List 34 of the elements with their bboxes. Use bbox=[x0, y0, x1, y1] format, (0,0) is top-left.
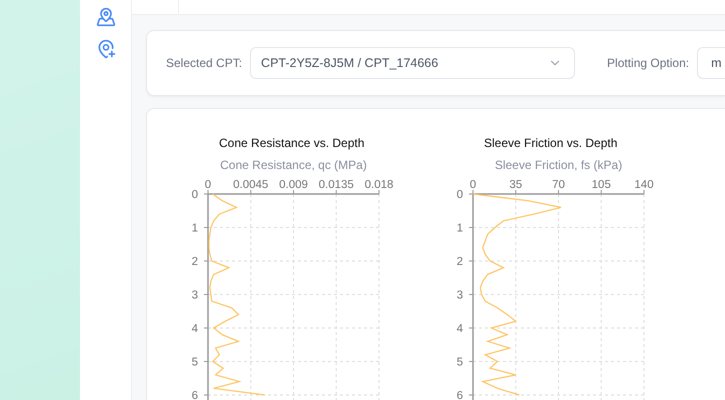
tick-label: 0.0045 bbox=[233, 179, 268, 191]
tick-label: 0.009 bbox=[279, 179, 308, 191]
tick-label: 70 bbox=[552, 179, 565, 191]
tick-label: 0.0135 bbox=[318, 179, 354, 191]
tick-label: 140 bbox=[634, 179, 654, 191]
chart-title: Cone Resistance vs. Depth bbox=[219, 136, 364, 150]
tick-label: 5 bbox=[192, 356, 198, 368]
tick-label: 1 bbox=[192, 222, 198, 234]
cpt-select[interactable]: CPT-2Y5Z-8J5M / CPT_174666 bbox=[250, 47, 576, 79]
tick-label: 3 bbox=[192, 290, 198, 302]
axis-title: Cone Resistance, qc (MPa) bbox=[220, 158, 367, 172]
tick-label: 35 bbox=[509, 179, 522, 191]
tick-label: 1 bbox=[456, 222, 463, 234]
tick-label: 2 bbox=[456, 256, 463, 268]
tick-label: 4 bbox=[192, 323, 198, 335]
tick-label: 2 bbox=[192, 256, 198, 268]
axis-title: Sleeve Friction, fs (kPa) bbox=[494, 158, 622, 172]
chart-title: Sleeve Friction vs. Depth bbox=[484, 136, 618, 150]
field-label: Plotting Option: bbox=[607, 56, 690, 70]
tick-label: 5 bbox=[456, 356, 463, 368]
tick-label: 0 bbox=[204, 179, 212, 191]
tick-label: 0.018 bbox=[364, 179, 394, 191]
add-location-icon[interactable] bbox=[96, 39, 116, 59]
tick-label: 4 bbox=[456, 323, 463, 335]
tick-label: 3 bbox=[456, 290, 463, 302]
plotting-option-select[interactable]: m bbox=[697, 47, 725, 79]
tick-label: 6 bbox=[192, 390, 198, 400]
tick-label: 6 bbox=[456, 390, 463, 400]
map-pin-icon[interactable] bbox=[96, 7, 116, 27]
tick-label: 0 bbox=[192, 189, 198, 201]
field-label: Selected CPT: bbox=[166, 56, 242, 70]
tick-label: 105 bbox=[592, 179, 611, 191]
tick-label: 0 bbox=[470, 179, 476, 191]
tick-label: 0 bbox=[456, 189, 463, 201]
